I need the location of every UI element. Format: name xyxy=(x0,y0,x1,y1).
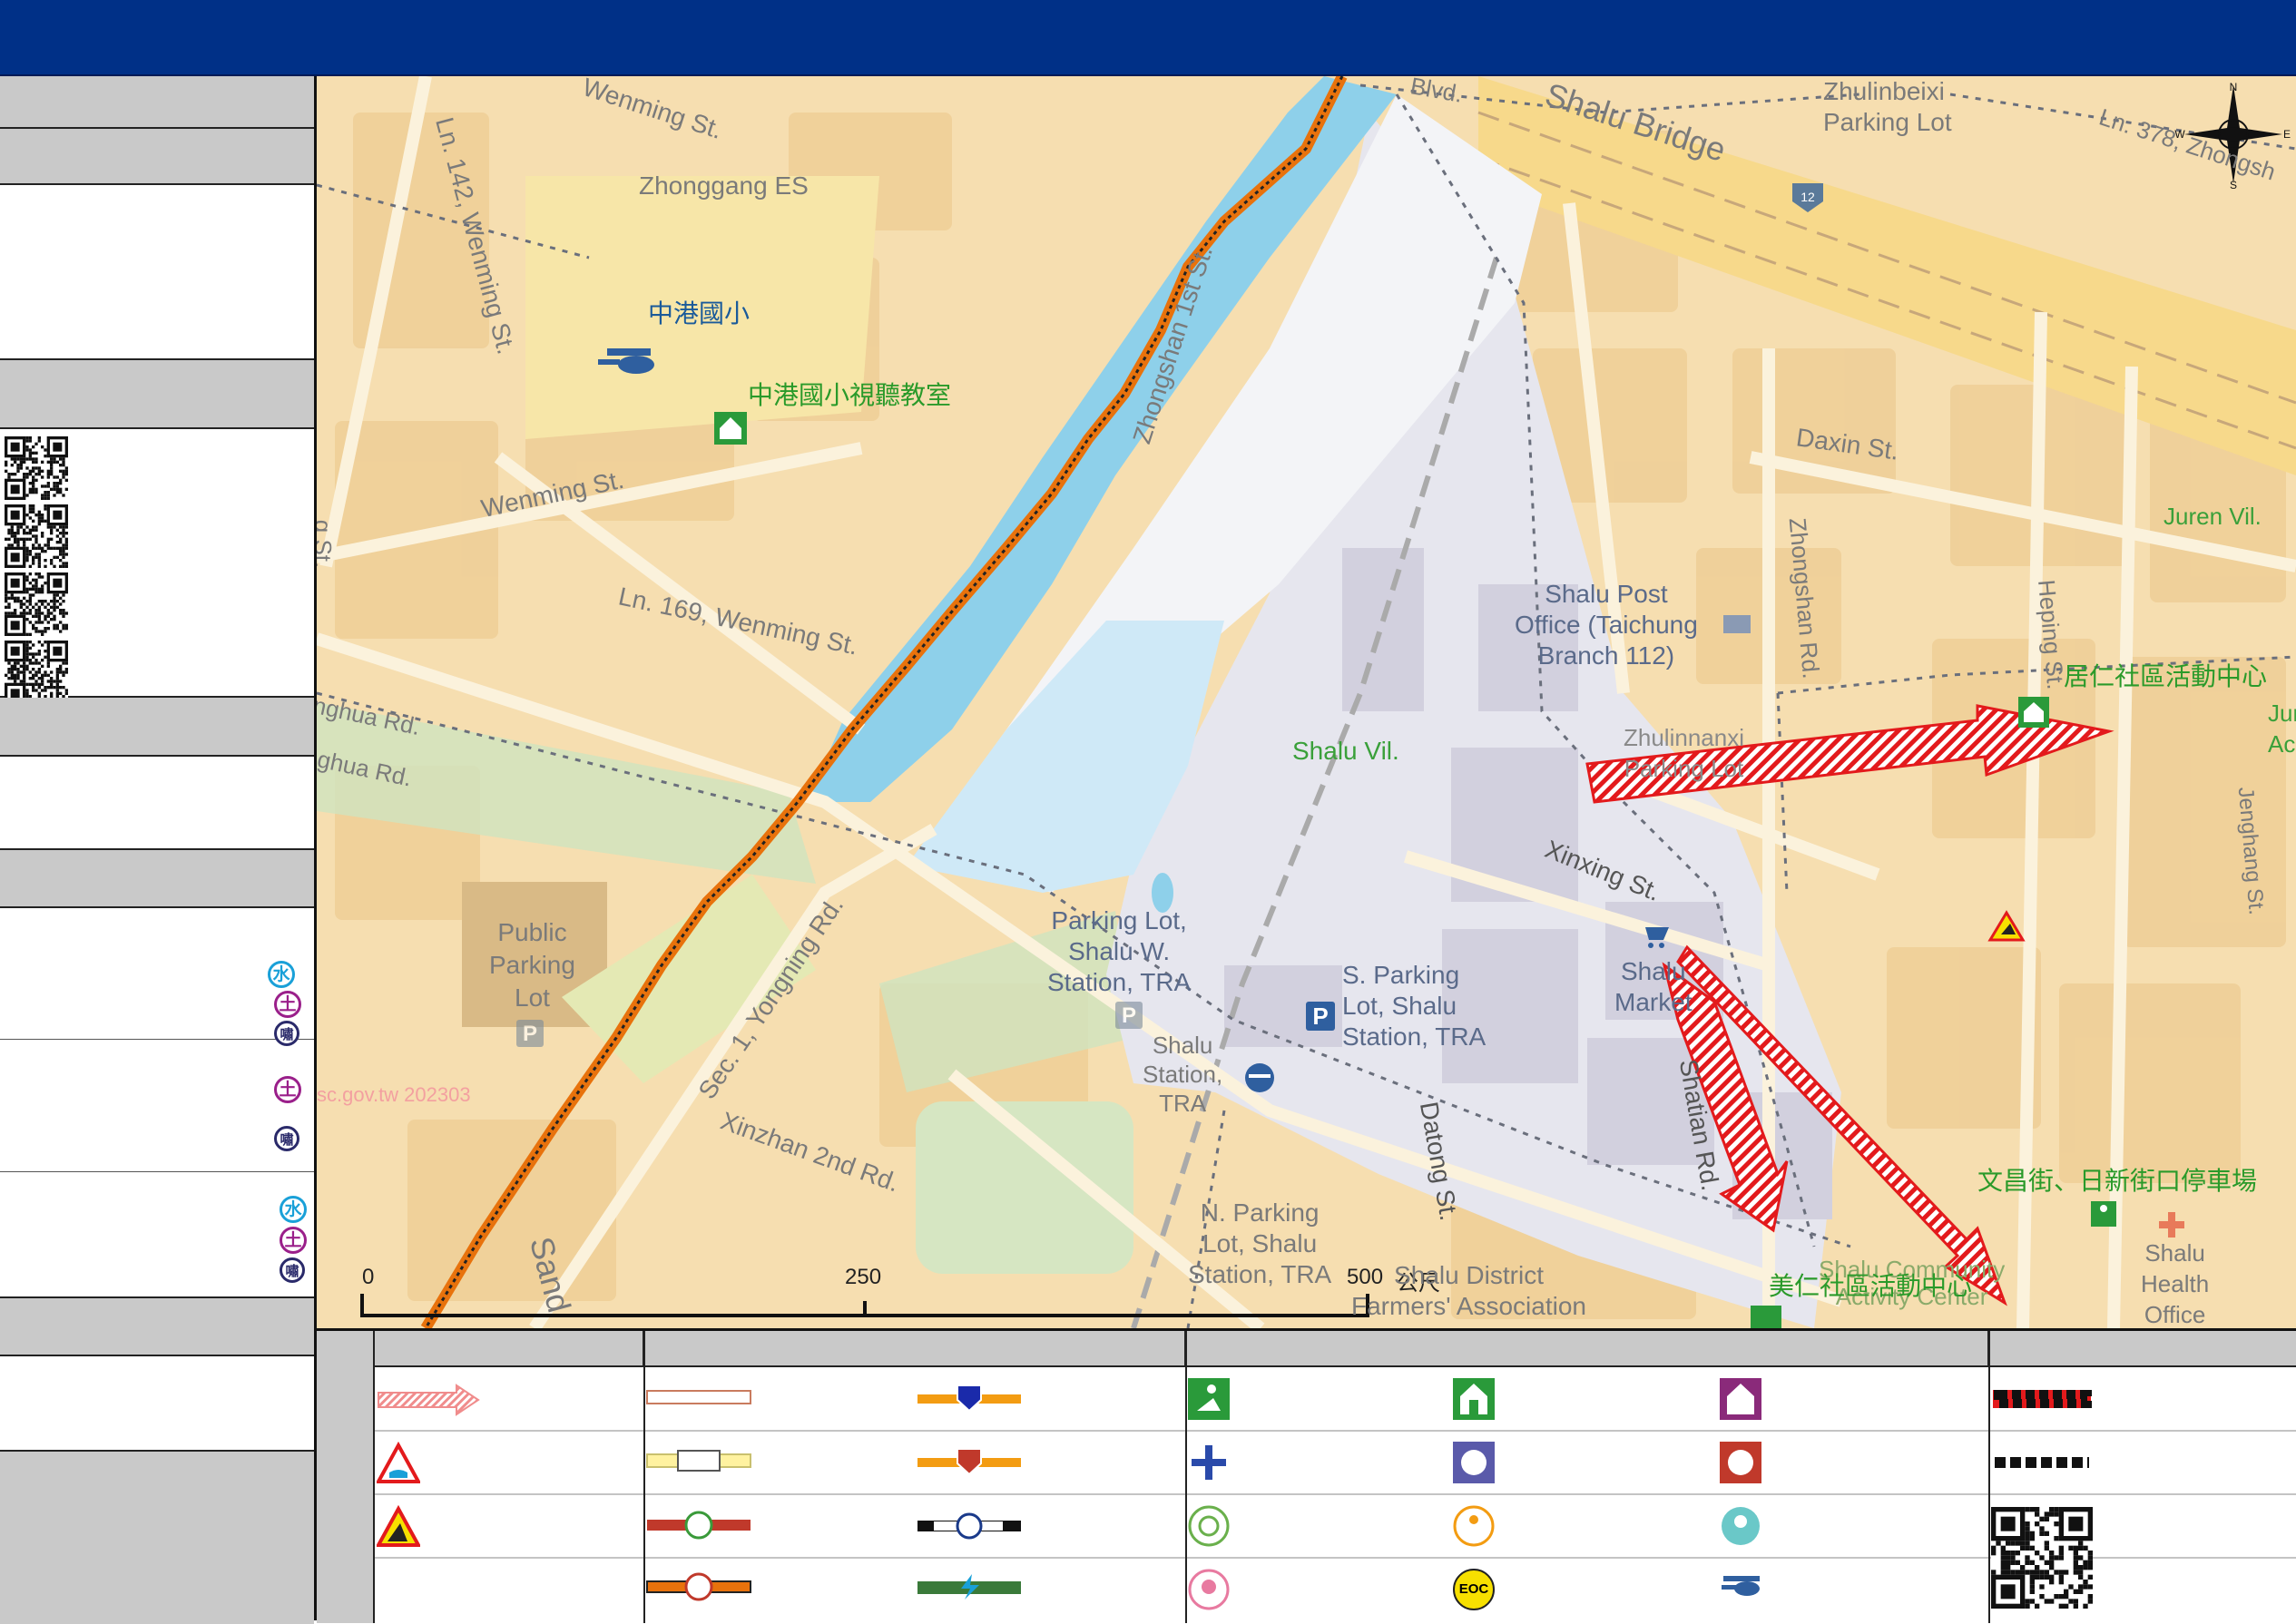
tsunami-symbol-icon: 嘯 xyxy=(274,1126,299,1151)
sidebar-text-block-2 xyxy=(0,757,314,850)
route-legend-icon xyxy=(646,1450,751,1472)
place-label: Shalu Vil. xyxy=(1292,737,1399,765)
road-legend-icon xyxy=(917,1448,1021,1476)
info-sidebar: 水 土 嘯 土 嘯 水 土 嘯 xyxy=(0,76,317,1624)
eoc-icon: EOC xyxy=(1453,1569,1495,1610)
indoor-shelter-icon xyxy=(1453,1378,1495,1420)
flood-symbol-icon: 水 xyxy=(268,961,295,988)
shelter-label: 中港國小視聽教室 xyxy=(748,381,952,409)
medical-icon xyxy=(1188,1442,1230,1483)
shelter-icon xyxy=(714,412,747,445)
parking-icon: P xyxy=(1115,1002,1143,1029)
police-icon xyxy=(1453,1442,1495,1483)
sidebar-header-3 xyxy=(0,698,314,757)
shelter-icon xyxy=(1751,1306,1781,1328)
place-label: Shalu Post Office (Taichung Branch 112) xyxy=(1515,580,1698,670)
welfare-icon xyxy=(1720,1378,1761,1420)
scale-label-250: 250 xyxy=(845,1265,882,1289)
shelter-icon xyxy=(2018,697,2049,728)
place-label: Jur Ac xyxy=(2268,699,2296,758)
map-legend: EOC xyxy=(317,1328,2296,1623)
qr-code-1[interactable] xyxy=(5,436,68,500)
svg-text:S: S xyxy=(2230,179,2237,191)
route-legend-icon xyxy=(646,1572,751,1601)
place-label: Shalu District Farmers' Association xyxy=(1351,1261,1586,1320)
place-label: Shalu Market xyxy=(1614,957,1693,1016)
childcare-icon xyxy=(1722,1507,1760,1545)
shelter-label: 居仁社區活動中心 xyxy=(2064,662,2268,690)
place-label: Juren Vil. xyxy=(2164,503,2262,530)
place-label: N. Parking Lot, Shalu Station, TRA xyxy=(1188,1198,1332,1288)
legend-qr-code[interactable] xyxy=(1991,1507,2093,1609)
evacuation-arrow-legend-icon xyxy=(378,1384,480,1416)
outdoor-shelter-icon xyxy=(1188,1378,1230,1420)
place-label: Shalu Station, TRA xyxy=(1143,1032,1223,1117)
shelter-entry-3: 水 土 嘯 xyxy=(0,1172,314,1298)
landslide-symbol-icon: 土 xyxy=(274,991,301,1018)
railway-legend-icon xyxy=(917,1512,1021,1540)
sidebar-text-block-3 xyxy=(0,1356,314,1452)
landslide-symbol-icon: 土 xyxy=(274,1076,301,1103)
elderly-care-icon xyxy=(1453,1505,1495,1547)
svg-text:P: P xyxy=(1122,1003,1136,1028)
accessible-icon xyxy=(1188,1505,1230,1547)
svg-text:E: E xyxy=(2283,128,2291,141)
shelter-entry-1: 水 土 嘯 xyxy=(0,908,314,1046)
route-legend-icon xyxy=(646,1390,751,1404)
flood-warning-icon xyxy=(377,1442,420,1483)
helicopter-legend-icon xyxy=(1722,1576,1760,1596)
shelter-label: 美仁社區活動中心 xyxy=(1769,1272,1973,1300)
post-office-icon xyxy=(1723,615,1751,633)
shelter-label: 文昌街、日新街口停車場 xyxy=(1977,1167,2258,1195)
base-map: P P P 12 N S W E xyxy=(317,76,2296,1328)
sidebar-header-qr xyxy=(0,360,314,429)
qr-code-2[interactable] xyxy=(5,504,68,568)
landslide-symbol-icon: 土 xyxy=(280,1227,307,1254)
route-legend-icon xyxy=(647,1511,751,1540)
sidebar-header-2 xyxy=(0,129,314,185)
place-label: Shalu Health Office xyxy=(2141,1239,2210,1328)
place-label: Zhulinbeixi Parking Lot xyxy=(1823,77,1952,136)
sidebar-header-5 xyxy=(0,1298,314,1356)
watermark: sc.gov.tw 202303 xyxy=(317,1083,471,1106)
boundary-red-legend-icon xyxy=(1993,1390,2092,1408)
svg-text:12: 12 xyxy=(1800,190,1815,204)
svg-text:N: N xyxy=(2230,81,2238,93)
svg-text:P: P xyxy=(523,1022,537,1046)
qr-code-3[interactable] xyxy=(5,572,68,636)
sidebar-header-4 xyxy=(0,850,314,908)
train-station-icon xyxy=(1245,1063,1274,1092)
fire-station-icon xyxy=(1720,1442,1761,1483)
flood-symbol-icon: 水 xyxy=(280,1196,307,1223)
sidebar-footer xyxy=(0,1452,314,1624)
qr-code-4[interactable] xyxy=(5,641,68,704)
qr-code-section xyxy=(0,429,314,704)
place-label: Parking Lot, Shalu W. Station, TRA xyxy=(1047,906,1192,996)
tsunami-symbol-icon: 嘯 xyxy=(280,1257,305,1283)
svg-text:P: P xyxy=(1312,1003,1328,1030)
parking-icon: P xyxy=(1306,1002,1335,1031)
power-line-legend-icon xyxy=(917,1574,1021,1600)
evacuation-map[interactable]: P P P 12 N S W E 0 250 500 公尺 sc.gov.tw … xyxy=(317,76,2296,1328)
parking-icon: P xyxy=(516,1020,544,1047)
place-label: Public Parking Lot xyxy=(489,918,575,1012)
care-icon xyxy=(1188,1569,1230,1610)
scale-label-0: 0 xyxy=(362,1265,375,1289)
sidebar-text-block xyxy=(0,185,314,360)
place-label: S. Parking Lot, Shalu Station, TRA xyxy=(1342,961,1487,1051)
street-label: g St. xyxy=(317,520,338,569)
boundary-legend-icon xyxy=(1995,1457,2089,1468)
first-aid-icon xyxy=(2091,1201,2116,1227)
road-legend-icon xyxy=(917,1384,1021,1413)
place-label: Zhulinnanxi Parking Lot xyxy=(1624,724,1744,782)
title-bar xyxy=(0,0,2296,76)
place-label: Zhonggang ES xyxy=(639,171,809,200)
shelter-label: 中港國小 xyxy=(648,299,751,328)
landslide-warning-icon xyxy=(377,1505,420,1547)
shelter-entry-2: 土 嘯 xyxy=(0,1040,314,1172)
sidebar-header-1 xyxy=(0,76,314,129)
